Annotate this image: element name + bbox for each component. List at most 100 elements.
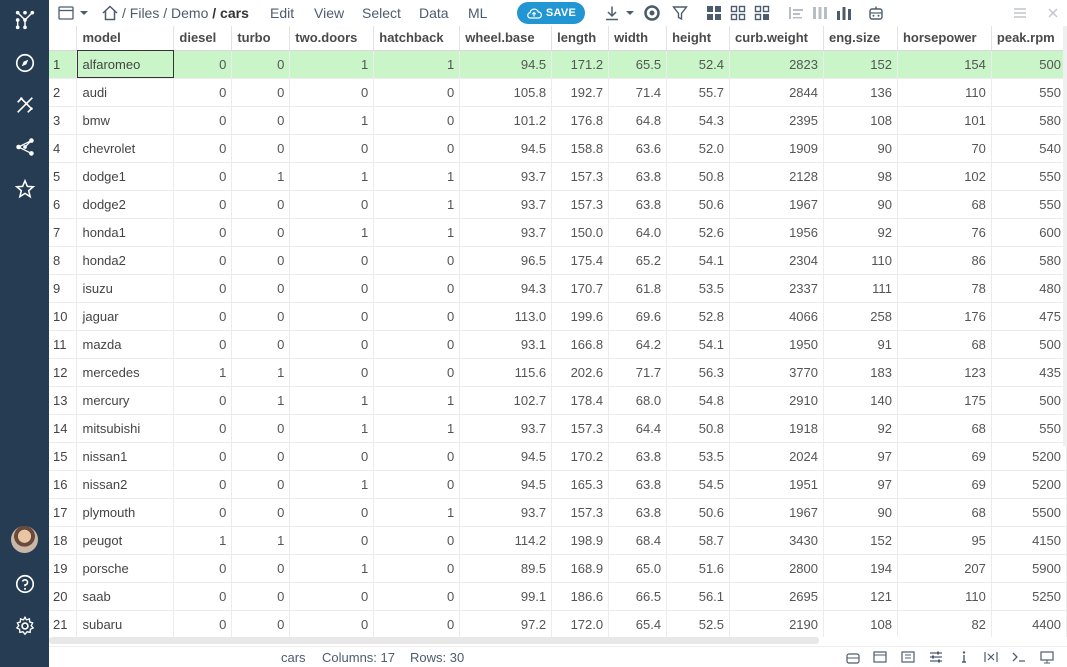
table-cell[interactable]: 54.1: [666, 330, 731, 359]
table-cell[interactable]: 65.2: [608, 246, 668, 275]
table-cell[interactable]: 176.8: [551, 106, 610, 135]
row-number[interactable]: 13: [49, 386, 78, 415]
layout-columns-icon[interactable]: [753, 0, 771, 26]
table-cell[interactable]: 1909: [729, 134, 824, 163]
table-cell[interactable]: 1: [373, 162, 461, 191]
table-cell[interactable]: 68.0: [608, 386, 668, 415]
table-cell[interactable]: 0: [173, 498, 233, 527]
table-cell-model[interactable]: porsche: [76, 554, 175, 583]
table-cell[interactable]: 93.7: [459, 498, 553, 527]
row-number[interactable]: 10: [49, 302, 78, 331]
table-cell-model[interactable]: audi: [76, 78, 175, 107]
table-cell[interactable]: 152: [823, 526, 898, 555]
table-cell-model[interactable]: dodge1: [76, 162, 175, 191]
table-cell[interactable]: 0: [231, 246, 291, 275]
layout-tiles-icon[interactable]: [729, 0, 747, 26]
table-cell[interactable]: 1: [373, 218, 461, 247]
panel-icon[interactable]: [872, 650, 888, 664]
column-header[interactable]: wheel.base: [459, 26, 553, 51]
table-cell[interactable]: 51.6: [666, 554, 731, 583]
table-row[interactable]: 21 subaru 0 0 0 0 97.2 172.0 65.4 52.5 2190 108 82 44…: [49, 610, 1067, 637]
table-cell[interactable]: 0: [231, 470, 291, 499]
table-cell-model[interactable]: honda2: [76, 246, 175, 275]
row-number[interactable]: 19: [49, 554, 78, 583]
table-cell[interactable]: 207: [897, 554, 992, 583]
layout-grid-icon[interactable]: [705, 0, 723, 26]
table-cell[interactable]: 2695: [729, 582, 824, 611]
table-cell[interactable]: 170.2: [551, 442, 610, 471]
table-cell[interactable]: 78: [897, 274, 992, 303]
table-cell[interactable]: 54.3: [666, 106, 731, 135]
presentation-icon[interactable]: [1039, 650, 1055, 664]
settings-icon[interactable]: [12, 613, 37, 638]
table-cell[interactable]: 258: [823, 302, 898, 331]
table-cell[interactable]: 550: [991, 78, 1067, 107]
row-number[interactable]: 12: [49, 358, 78, 387]
table-cell[interactable]: 0: [173, 470, 233, 499]
table-cell[interactable]: 52.5: [666, 610, 731, 637]
table-cell[interactable]: 0: [373, 134, 461, 163]
table-row[interactable]: 3 bmw 0 0 1 0 101.2 176.8 64.8 54.3 2395 108 101 580: [49, 106, 1067, 135]
column-header[interactable]: model: [76, 26, 175, 51]
table-cell[interactable]: 5250: [991, 582, 1067, 611]
table-cell[interactable]: 82: [897, 610, 992, 637]
refresh-icon[interactable]: [643, 0, 661, 26]
table-cell[interactable]: 101: [897, 106, 992, 135]
table-cell[interactable]: 115.6: [459, 358, 553, 387]
column-header[interactable]: height: [666, 26, 731, 51]
table-cell[interactable]: 53.5: [666, 442, 731, 471]
table-cell[interactable]: 90: [823, 498, 898, 527]
table-cell[interactable]: 66.5: [608, 582, 668, 611]
table-cell[interactable]: 68.4: [608, 526, 668, 555]
table-cell[interactable]: 93.7: [459, 218, 553, 247]
table-cell[interactable]: 52.8: [666, 302, 731, 331]
table-cell[interactable]: 0: [373, 302, 461, 331]
table-cell[interactable]: 2337: [729, 274, 824, 303]
table-cell[interactable]: 4150: [991, 526, 1067, 555]
table-cell[interactable]: 1: [373, 498, 461, 527]
table-cell[interactable]: 157.3: [551, 414, 610, 443]
table-cell-model[interactable]: saab: [76, 582, 175, 611]
table-cell[interactable]: 0: [289, 134, 375, 163]
table-cell[interactable]: 65.0: [608, 554, 668, 583]
table-cell[interactable]: 53.5: [666, 274, 731, 303]
table-row[interactable]: 13 mercury 0 1 1 1 102.7 178.4 68.0 54.8 2910 140 17…: [49, 386, 1067, 415]
column-header[interactable]: hatchback: [373, 26, 461, 51]
table-cell[interactable]: 2304: [729, 246, 824, 275]
table-cell[interactable]: 64.4: [608, 414, 668, 443]
table-cell[interactable]: 170.7: [551, 274, 610, 303]
table-cell[interactable]: 102.7: [459, 386, 553, 415]
table-cell[interactable]: 1: [173, 358, 233, 387]
row-number[interactable]: 16: [49, 470, 78, 499]
table-cell[interactable]: 70: [897, 134, 992, 163]
table-cell[interactable]: 63.8: [608, 498, 668, 527]
table-cell[interactable]: 580: [991, 106, 1067, 135]
table-cell[interactable]: 1: [289, 50, 375, 79]
table-cell-model[interactable]: subaru: [76, 610, 175, 637]
hamburger-icon[interactable]: [1013, 0, 1027, 26]
table-cell[interactable]: 150.0: [551, 218, 610, 247]
table-cell[interactable]: 1: [231, 526, 291, 555]
robot-icon[interactable]: [867, 0, 885, 26]
row-number[interactable]: 5: [49, 162, 78, 191]
table-cell[interactable]: 1: [289, 106, 375, 135]
row-number[interactable]: 9: [49, 274, 78, 303]
table-cell[interactable]: 1950: [729, 330, 824, 359]
table-cell[interactable]: 5900: [991, 554, 1067, 583]
columns-icon[interactable]: [811, 0, 829, 26]
row-number[interactable]: 6: [49, 190, 78, 219]
table-cell[interactable]: 2844: [729, 78, 824, 107]
table-cell-model[interactable]: alfaromeo: [76, 50, 175, 79]
table-cell[interactable]: 1: [289, 554, 375, 583]
table-cell[interactable]: 52.4: [666, 50, 731, 79]
table-cell[interactable]: 175: [897, 386, 992, 415]
sliders-icon[interactable]: [928, 650, 944, 664]
breadcrumb-demo[interactable]: Demo: [171, 5, 208, 21]
table-cell[interactable]: 63.8: [608, 470, 668, 499]
table-cell[interactable]: 0: [373, 442, 461, 471]
table-cell[interactable]: 500: [991, 330, 1067, 359]
favorites-icon[interactable]: [12, 176, 37, 201]
close-icon[interactable]: [1047, 0, 1059, 26]
row-number[interactable]: 7: [49, 218, 78, 247]
table-cell[interactable]: 0: [289, 302, 375, 331]
